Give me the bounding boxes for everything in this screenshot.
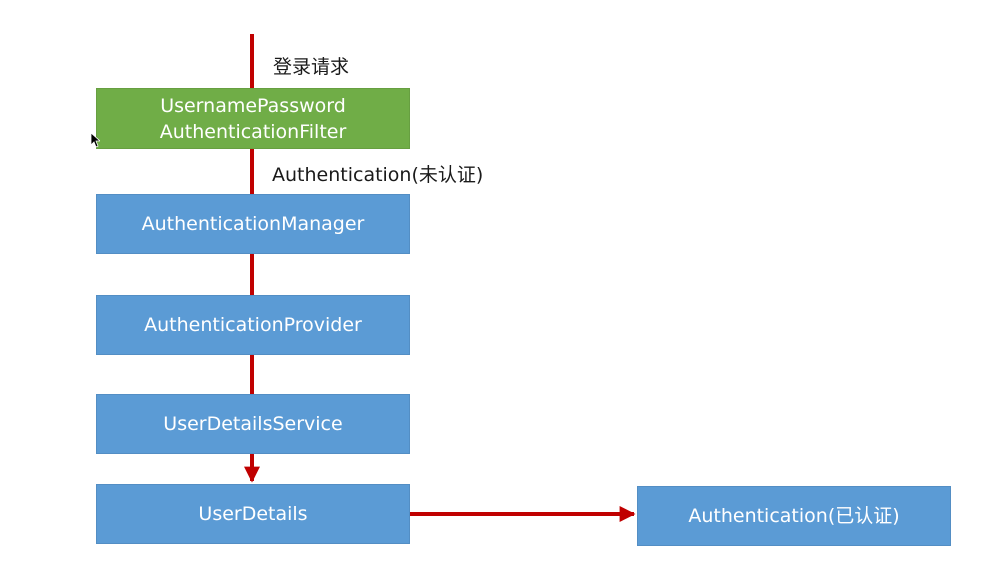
filter-line-1: UsernamePassword [160, 94, 346, 117]
user-details-service-box: UserDetailsService [96, 394, 410, 454]
authentication-unauthenticated-label: Authentication(未认证) [272, 164, 484, 186]
authentication-provider-label: AuthenticationProvider [144, 314, 362, 336]
authentication-manager-label: AuthenticationManager [141, 213, 365, 235]
authentication-provider-box: AuthenticationProvider [96, 295, 410, 355]
authentication-manager-box: AuthenticationManager [96, 194, 410, 254]
login-request-label: 登录请求 [273, 56, 350, 78]
username-password-authentication-filter-box: UsernamePassword AuthenticationFilter [96, 88, 410, 149]
user-details-service-label: UserDetailsService [163, 413, 343, 435]
authentication-authenticated-box: Authentication(已认证) [637, 486, 951, 546]
filter-line-2: AuthenticationFilter [159, 120, 347, 143]
page-title [230, 0, 830, 12]
flow-diagram: 登录请求 UsernamePassword AuthenticationFilt… [0, 0, 1000, 561]
cursor-icon [90, 132, 100, 148]
connectors [244, 34, 636, 522]
user-details-box: UserDetails [96, 484, 410, 544]
authentication-authenticated-label: Authentication(已认证) [688, 505, 900, 527]
user-details-label: UserDetails [198, 503, 308, 525]
